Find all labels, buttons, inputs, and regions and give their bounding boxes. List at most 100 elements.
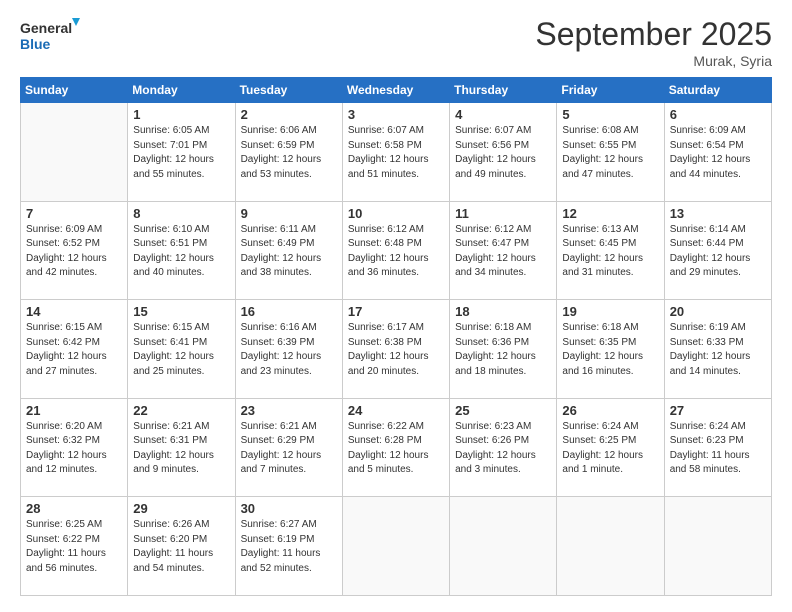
day-info: Sunrise: 6:21 AM Sunset: 6:29 PM Dayligh… [241, 420, 337, 478]
day-number: 1 [133, 107, 229, 122]
day-number: 14 [26, 304, 122, 319]
table-row: 5Sunrise: 6:08 AM Sunset: 6:55 PM Daylig… [557, 103, 664, 202]
month-title: September 2025 [535, 16, 772, 53]
day-info: Sunrise: 6:24 AM Sunset: 6:23 PM Dayligh… [670, 420, 766, 478]
day-info: Sunrise: 6:17 AM Sunset: 6:38 PM Dayligh… [348, 321, 444, 379]
table-row: 4 Sunrise: 6:07 AM Sunset: 6:56 PM Daylig… [450, 103, 557, 202]
table-row: 29Sunrise: 6:26 AM Sunset: 6:20 PM Dayli… [128, 497, 235, 596]
day-info: Sunrise: 6:18 AM Sunset: 6:35 PM Dayligh… [562, 321, 658, 379]
day-info: Sunrise: 6:06 AM Sunset: 6:59 PM Dayligh… [241, 124, 337, 182]
table-row: 12Sunrise: 6:13 AM Sunset: 6:45 PM Dayli… [557, 201, 664, 300]
day-number: 2 [241, 107, 337, 122]
table-row: 26 Sunrise: 6:24 AM Sunset: 6:25 PM Dayli… [557, 398, 664, 497]
header: General Blue September 2025 Murak, Syria [20, 16, 772, 69]
day-number: 21 [26, 403, 122, 418]
table-row [664, 497, 771, 596]
svg-text:General: General [20, 20, 72, 36]
day-number: 7 [26, 206, 122, 221]
col-saturday: Saturday [664, 78, 771, 103]
col-monday: Monday [128, 78, 235, 103]
day-info: Sunrise: 6:15 AM Sunset: 6:41 PM Dayligh… [133, 321, 229, 379]
day-number: 23 [241, 403, 337, 418]
day-info: Sunrise: 6:16 AM Sunset: 6:39 PM Dayligh… [241, 321, 337, 379]
week-row-1: 1 Sunrise: 6:05 AM Sunset: 7:01 PM Daylig… [21, 103, 772, 202]
day-number: 22 [133, 403, 229, 418]
title-block: September 2025 Murak, Syria [535, 16, 772, 69]
logo-svg: General Blue [20, 16, 80, 54]
table-row [450, 497, 557, 596]
day-info: Sunrise: 6:20 AM Sunset: 6:32 PM Dayligh… [26, 420, 122, 478]
table-row: 20 Sunrise: 6:19 AM Sunset: 6:33 PM Dayli… [664, 300, 771, 399]
day-info: Sunrise: 6:09 AM Sunset: 6:52 PM Dayligh… [26, 223, 122, 281]
logo: General Blue [20, 16, 80, 54]
table-row: 19 Sunrise: 6:18 AM Sunset: 6:35 PM Dayli… [557, 300, 664, 399]
table-row: 10 Sunrise: 6:12 AM Sunset: 6:48 PM Dayli… [342, 201, 449, 300]
day-number: 8 [133, 206, 229, 221]
day-info: Sunrise: 6:22 AM Sunset: 6:28 PM Dayligh… [348, 420, 444, 478]
table-row: 2 Sunrise: 6:06 AM Sunset: 6:59 PM Daylig… [235, 103, 342, 202]
col-wednesday: Wednesday [342, 78, 449, 103]
table-row: 21 Sunrise: 6:20 AM Sunset: 6:32 PM Dayli… [21, 398, 128, 497]
table-row: 8 Sunrise: 6:10 AM Sunset: 6:51 PM Daylig… [128, 201, 235, 300]
table-row: 13 Sunrise: 6:14 AM Sunset: 6:44 PM Dayli… [664, 201, 771, 300]
table-row [557, 497, 664, 596]
day-info: Sunrise: 6:07 AM Sunset: 6:58 PM Dayligh… [348, 124, 444, 182]
day-info: Sunrise: 6:18 AM Sunset: 6:36 PM Dayligh… [455, 321, 551, 379]
day-info: Sunrise: 6:14 AM Sunset: 6:44 PM Dayligh… [670, 223, 766, 281]
day-number: 9 [241, 206, 337, 221]
day-info: Sunrise: 6:05 AM Sunset: 7:01 PM Dayligh… [133, 124, 229, 182]
week-row-5: 28 Sunrise: 6:25 AM Sunset: 6:22 PM Dayli… [21, 497, 772, 596]
day-info: Sunrise: 6:23 AM Sunset: 6:26 PM Dayligh… [455, 420, 551, 478]
table-row: 25 Sunrise: 6:23 AM Sunset: 6:26 PM Dayli… [450, 398, 557, 497]
day-number: 26 [562, 403, 658, 418]
day-info: Sunrise: 6:08 AM Sunset: 6:55 PM Dayligh… [562, 124, 658, 182]
day-info: Sunrise: 6:15 AM Sunset: 6:42 PM Dayligh… [26, 321, 122, 379]
day-number: 25 [455, 403, 551, 418]
day-number: 15 [133, 304, 229, 319]
table-row: 1 Sunrise: 6:05 AM Sunset: 7:01 PM Daylig… [128, 103, 235, 202]
table-row: 15 Sunrise: 6:15 AM Sunset: 6:41 PM Dayli… [128, 300, 235, 399]
day-info: Sunrise: 6:11 AM Sunset: 6:49 PM Dayligh… [241, 223, 337, 281]
table-row [342, 497, 449, 596]
location: Murak, Syria [535, 53, 772, 69]
day-number: 16 [241, 304, 337, 319]
table-row: 27 Sunrise: 6:24 AM Sunset: 6:23 PM Dayli… [664, 398, 771, 497]
day-number: 29 [133, 501, 229, 516]
day-number: 20 [670, 304, 766, 319]
table-row: 14 Sunrise: 6:15 AM Sunset: 6:42 PM Dayli… [21, 300, 128, 399]
calendar-table: Sunday Monday Tuesday Wednesday Thursday… [20, 77, 772, 596]
day-info: Sunrise: 6:19 AM Sunset: 6:33 PM Dayligh… [670, 321, 766, 379]
day-info: Sunrise: 6:12 AM Sunset: 6:47 PM Dayligh… [455, 223, 551, 281]
week-row-4: 21 Sunrise: 6:20 AM Sunset: 6:32 PM Dayli… [21, 398, 772, 497]
table-row: 7 Sunrise: 6:09 AM Sunset: 6:52 PM Daylig… [21, 201, 128, 300]
day-number: 3 [348, 107, 444, 122]
col-sunday: Sunday [21, 78, 128, 103]
day-number: 10 [348, 206, 444, 221]
day-number: 28 [26, 501, 122, 516]
day-number: 13 [670, 206, 766, 221]
day-info: Sunrise: 6:09 AM Sunset: 6:54 PM Dayligh… [670, 124, 766, 182]
day-number: 19 [562, 304, 658, 319]
table-row: 17 Sunrise: 6:17 AM Sunset: 6:38 PM Dayli… [342, 300, 449, 399]
day-number: 24 [348, 403, 444, 418]
day-number: 30 [241, 501, 337, 516]
day-info: Sunrise: 6:10 AM Sunset: 6:51 PM Dayligh… [133, 223, 229, 281]
day-number: 27 [670, 403, 766, 418]
table-row: 16 Sunrise: 6:16 AM Sunset: 6:39 PM Dayli… [235, 300, 342, 399]
day-info: Sunrise: 6:07 AM Sunset: 6:56 PM Dayligh… [455, 124, 551, 182]
day-info: Sunrise: 6:12 AM Sunset: 6:48 PM Dayligh… [348, 223, 444, 281]
day-number: 4 [455, 107, 551, 122]
day-number: 17 [348, 304, 444, 319]
day-info: Sunrise: 6:24 AM Sunset: 6:25 PM Dayligh… [562, 420, 658, 478]
week-row-2: 7 Sunrise: 6:09 AM Sunset: 6:52 PM Daylig… [21, 201, 772, 300]
table-row: 22Sunrise: 6:21 AM Sunset: 6:31 PM Dayli… [128, 398, 235, 497]
day-number: 6 [670, 107, 766, 122]
day-info: Sunrise: 6:25 AM Sunset: 6:22 PM Dayligh… [26, 518, 122, 576]
table-row: 11Sunrise: 6:12 AM Sunset: 6:47 PM Dayli… [450, 201, 557, 300]
table-row: 28 Sunrise: 6:25 AM Sunset: 6:22 PM Dayli… [21, 497, 128, 596]
table-row: 3 Sunrise: 6:07 AM Sunset: 6:58 PM Daylig… [342, 103, 449, 202]
table-row: 18 Sunrise: 6:18 AM Sunset: 6:36 PM Dayli… [450, 300, 557, 399]
table-row: 9 Sunrise: 6:11 AM Sunset: 6:49 PM Daylig… [235, 201, 342, 300]
day-number: 18 [455, 304, 551, 319]
table-row: 24 Sunrise: 6:22 AM Sunset: 6:28 PM Dayli… [342, 398, 449, 497]
